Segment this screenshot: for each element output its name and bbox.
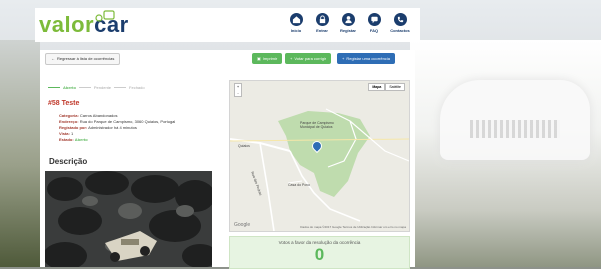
nav-item-inicio[interactable]: Início: [286, 13, 306, 33]
print-label: Imprimir: [262, 56, 278, 61]
lock-icon: [315, 13, 329, 26]
chat-icon: [367, 13, 381, 26]
map-type-satellite-button[interactable]: Satélite: [385, 83, 405, 91]
user-icon: [341, 13, 355, 26]
google-logo: Google: [234, 222, 251, 228]
vote-button[interactable]: + Votar para corrigir: [285, 53, 332, 64]
report-occurrence-label: Registar uma ocorrência: [346, 56, 390, 61]
back-to-list-button[interactable]: ← Regressar à lista de ocorrências: [45, 53, 121, 65]
zoom-in-button[interactable]: +: [237, 84, 239, 89]
nav-label: Registar: [339, 28, 356, 33]
back-to-list-label: Regressar à lista de ocorrências: [57, 56, 115, 61]
nav-label: Entrar: [316, 28, 328, 33]
arrow-left-icon: ←: [51, 56, 55, 61]
nav-label: Contactos: [390, 28, 410, 33]
plus-icon: +: [342, 56, 345, 61]
map-type-map-button[interactable]: Mapa: [368, 83, 386, 91]
home-icon: [289, 13, 303, 26]
logo-text-part1: valor: [39, 12, 95, 37]
phone-icon: [393, 13, 407, 26]
step-open: Aberto: [63, 84, 76, 90]
nav-label: Início: [290, 28, 302, 33]
step-closed: Fechado: [129, 84, 145, 90]
report-occurrence-button[interactable]: + Registar uma ocorrência: [337, 53, 395, 64]
nav-item-faq[interactable]: FAQ: [364, 13, 384, 33]
occurrence-details: Aberto Pendente Fechado #58 Teste Catego…: [45, 80, 217, 170]
print-button[interactable]: ▣ Imprimir: [252, 53, 283, 64]
map-label-quiaios: Quiaios: [238, 144, 250, 148]
step-pending: Pendente: [93, 84, 112, 90]
location-map[interactable]: + - Mapa Satélite Parque de Campismo Muni…: [229, 80, 410, 232]
occurrence-title: #58 Teste: [48, 100, 80, 107]
map-label-park: Parque de Campismo Municipal de Quiaios: [300, 121, 334, 129]
print-icon: ▣: [257, 56, 261, 61]
vote-counter-box: Votos a favor da resolução da ocorrência…: [229, 236, 410, 269]
occurrence-photo[interactable]: [45, 171, 212, 267]
info-state: Estado: Aberto: [59, 137, 88, 142]
zoom-out-button[interactable]: -: [237, 90, 238, 95]
map-label-casa-do-povo: Casa do Povo: [288, 183, 310, 187]
site-header: valorcar Início Entrar Registar FAQ Cont…: [35, 8, 420, 42]
vote-counter-value: 0: [314, 245, 325, 264]
map-attribution[interactable]: Dados do mapa ©2017 Google Termos de Uti…: [300, 225, 406, 229]
status-steps: Aberto Pendente Fechado: [45, 80, 217, 94]
nav-label: FAQ: [369, 28, 379, 33]
main-nav: Início Entrar Registar FAQ Contactos: [286, 13, 410, 33]
vote-label: Votar para corrigir: [294, 56, 327, 61]
nav-item-registar[interactable]: Registar: [338, 13, 358, 33]
occurrence-panel: ← Regressar à lista de ocorrências ▣ Imp…: [40, 50, 415, 269]
map-zoom-control[interactable]: + -: [234, 83, 242, 97]
map-type-control: Mapa Satélite: [368, 83, 405, 91]
nav-item-entrar[interactable]: Entrar: [312, 13, 332, 33]
nav-item-contactos[interactable]: Contactos: [390, 13, 410, 33]
car-icon: [95, 10, 115, 22]
description-heading: Descrição: [49, 157, 88, 166]
plus-icon: +: [290, 56, 293, 61]
